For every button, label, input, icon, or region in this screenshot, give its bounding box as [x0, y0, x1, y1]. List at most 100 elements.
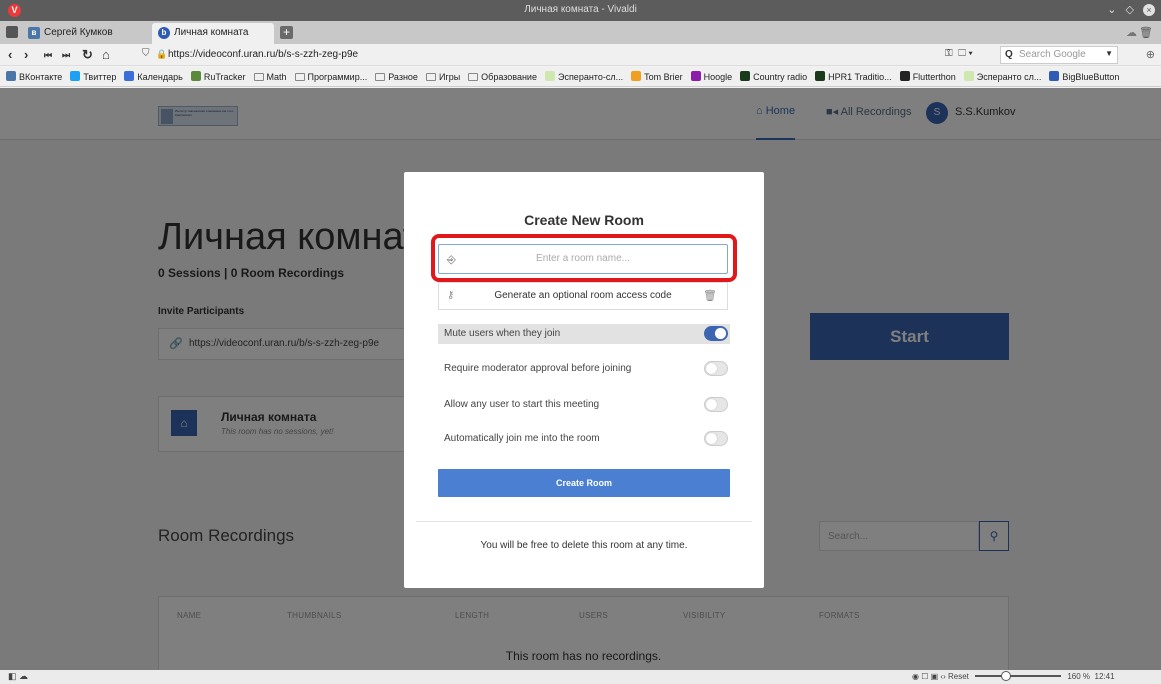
bookmark-item[interactable]: Разное — [375, 72, 418, 82]
bookmark-item[interactable]: HPR1 Traditio... — [815, 71, 892, 82]
search-input[interactable]: Q Search Google ▼ — [1000, 46, 1118, 64]
bookmark-item[interactable]: Flutterthon — [899, 71, 956, 82]
bookmark-label: Hoogle — [703, 72, 733, 82]
esperanto-icon — [544, 71, 555, 81]
create-room-button[interactable]: Create Room — [438, 469, 730, 497]
panel-toggle-icon[interactable] — [6, 26, 18, 38]
bookmark-item[interactable]: Country radio — [740, 71, 807, 82]
home-icon[interactable]: ⌂ — [102, 47, 110, 62]
url-field[interactable]: ⛉ 🔒 https://videoconf.uran.ru/b/s-s-zzh-… — [140, 46, 935, 64]
zoom-reset-button[interactable]: Reset — [948, 672, 969, 681]
bookmark-item[interactable]: ВКонтакте — [6, 71, 62, 82]
rewind-icon[interactable]: ⏮ — [44, 50, 52, 61]
bookmark-item[interactable]: Math — [253, 72, 287, 82]
bookmark-item[interactable]: Календарь — [124, 71, 183, 82]
option-any-user-start[interactable]: Allow any user to start this meeting — [438, 395, 730, 415]
reload-icon[interactable]: ↻ — [82, 47, 93, 63]
approval-toggle[interactable] — [704, 361, 728, 376]
bookmark-item[interactable]: Tom Brier — [631, 71, 683, 82]
image-icon[interactable]: ▣ — [931, 672, 939, 681]
zoom-slider-knob[interactable] — [1001, 671, 1012, 681]
status-bar: ◧ ☁ ◉ ☐ ▣ ‹› Reset 160 % 12:41 — [0, 670, 1161, 684]
address-right-icons[interactable]: ⚿ ☐ ▾ — [945, 48, 973, 59]
panel-icon[interactable]: ◧ — [8, 671, 17, 681]
window-close-icon[interactable]: × — [1143, 4, 1155, 16]
option-label: Require moderator approval before joinin… — [444, 363, 632, 374]
option-auto-join[interactable]: Automatically join me into the room — [438, 429, 730, 449]
fast-forward-icon[interactable]: ⏭ — [62, 50, 70, 61]
url-text: https://videoconf.uran.ru/b/s-s-zzh-zeg-… — [168, 49, 359, 60]
bookmarks-bar: ВКонтакте Твиттер Календарь RuTracker Math Пр… — [0, 67, 1161, 87]
option-require-approval[interactable]: Require moderator approval before joinin… — [438, 359, 730, 379]
clock: 12:41 — [1094, 672, 1115, 681]
sync-cloud-icon[interactable]: ☁ — [1126, 26, 1137, 39]
code-icon[interactable]: ‹› — [940, 672, 945, 681]
key-icon[interactable]: ⚿ — [945, 48, 953, 59]
tab-label: Личная комната — [174, 27, 249, 38]
countryradio-icon — [740, 71, 751, 81]
back-icon[interactable]: ‹ — [8, 47, 12, 62]
bigbluebutton-icon: b — [158, 27, 170, 39]
status-left-icons[interactable]: ◧ ☁ — [8, 671, 28, 682]
tab-bar: в Сергей Кумков b Личная комната + ☁ 🗑 — [0, 21, 1161, 44]
extension-icon[interactable]: ⊕ — [1146, 48, 1155, 61]
bookmark-item[interactable]: Игры — [425, 72, 460, 82]
vk-icon: в — [28, 27, 40, 39]
tab-vk[interactable]: в Сергей Кумков — [22, 23, 152, 44]
bookmark-label: Разное — [388, 72, 418, 82]
zoom-slider[interactable] — [975, 671, 1062, 681]
github-icon — [899, 71, 910, 81]
mute-toggle[interactable] — [704, 326, 728, 341]
bookmark-label: Country radio — [753, 72, 808, 82]
access-code-label: Generate an optional room access code — [494, 290, 672, 301]
hoogle-icon — [690, 71, 701, 81]
twitter-icon — [70, 71, 81, 81]
window-minmax-icons[interactable]: ⌄ ◇ — [1107, 4, 1137, 16]
hpr1-icon — [815, 71, 826, 81]
option-label: Mute users when they join — [444, 328, 561, 339]
bookmark-item[interactable]: Эсперанто-сл... — [544, 71, 624, 82]
access-code-button[interactable]: ⚷ Generate an optional room access code … — [438, 282, 728, 310]
window-title: Личная комната - Vivaldi — [524, 4, 637, 15]
any-user-start-toggle[interactable] — [704, 397, 728, 412]
cloud-icon[interactable]: ☁ — [19, 671, 28, 681]
create-room-modal: Create New Room ⎆ Enter a room name... ⚷… — [404, 172, 764, 588]
folder-icon — [253, 73, 264, 81]
bookmark-item[interactable]: RuTracker — [190, 71, 246, 82]
auto-join-toggle[interactable] — [704, 431, 728, 446]
tab-room[interactable]: b Личная комната — [152, 23, 274, 44]
camera-icon[interactable]: ◉ — [912, 672, 919, 681]
toggle-knob — [706, 363, 717, 374]
toggle-knob — [706, 399, 717, 410]
bookmark-label: Эсперанто-сл... — [557, 72, 624, 82]
bookmark-icon[interactable]: ☐ — [958, 48, 966, 59]
window-controls[interactable]: ⌄ ◇ × — [1107, 3, 1155, 16]
rutracker-icon — [190, 71, 201, 81]
folder-icon — [468, 73, 479, 81]
esperanto-icon — [963, 71, 974, 81]
shield-icon[interactable]: ⛉ — [142, 48, 150, 59]
status-right: ◉ ☐ ▣ ‹› Reset 160 % 12:41 — [912, 671, 1115, 681]
lock-icon[interactable]: 🔒 — [156, 49, 167, 60]
trash-icon[interactable]: 🗑 — [703, 283, 717, 309]
bookmark-item[interactable]: BigBlueButton — [1049, 71, 1119, 82]
option-label: Allow any user to start this meeting — [444, 399, 600, 410]
option-mute-on-join[interactable]: Mute users when they join — [438, 324, 730, 344]
forward-icon[interactable]: › — [24, 47, 28, 62]
bookmark-label: Программир... — [307, 72, 368, 82]
calendar-icon — [124, 71, 135, 81]
bookmark-item[interactable]: Образование — [468, 72, 537, 82]
new-tab-icon[interactable]: + — [280, 26, 293, 39]
bookmark-item[interactable]: Hoogle — [690, 71, 733, 82]
search-engine-icon[interactable]: Q — [1005, 49, 1013, 60]
search-placeholder: Search Google — [1019, 49, 1086, 60]
window-icon[interactable]: ☐ — [921, 672, 928, 681]
bookmark-item[interactable]: Эсперанто сл... — [963, 71, 1041, 82]
chevron-down-icon[interactable]: ▼ — [1105, 49, 1113, 58]
tab-label: Сергей Кумков — [44, 27, 113, 38]
chevron-down-icon[interactable]: ▾ — [969, 48, 973, 59]
bookmark-item[interactable]: Твиттер — [70, 71, 116, 82]
closed-tabs-trash-icon[interactable]: 🗑 — [1139, 26, 1153, 39]
bookmark-label: Math — [266, 72, 287, 82]
bookmark-item[interactable]: Программир... — [294, 72, 368, 82]
